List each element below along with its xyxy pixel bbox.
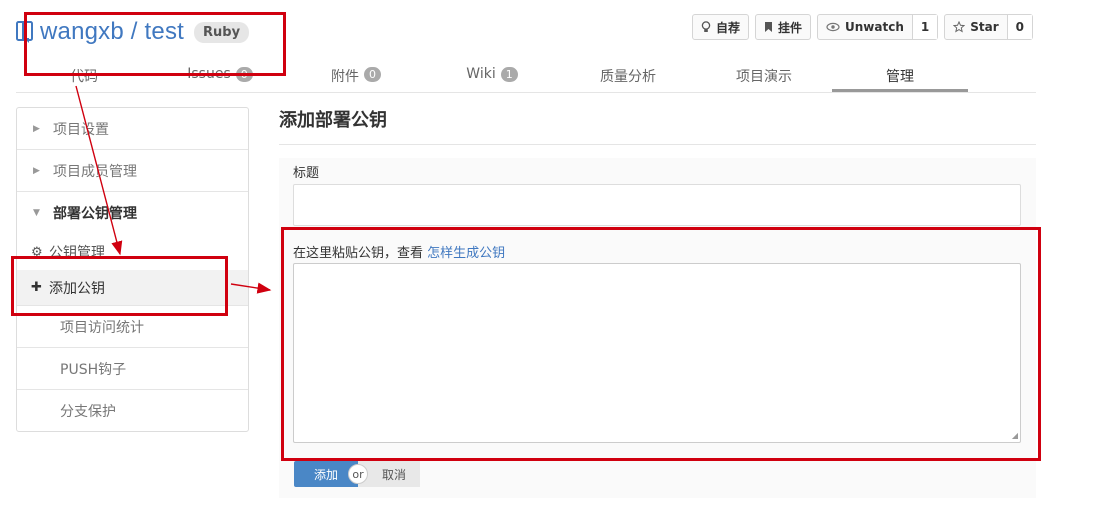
- lightbulb-icon: [701, 21, 711, 32]
- tab-issues[interactable]: Issues 0: [152, 60, 288, 92]
- sidebar-item-access-stats[interactable]: 项目访问统计: [17, 306, 248, 348]
- page-title: 添加部署公钥: [279, 110, 387, 131]
- title-input[interactable]: [293, 184, 1021, 226]
- watch-button-group: Unwatch 1: [817, 14, 939, 40]
- bookmark-icon: [764, 22, 772, 32]
- watch-count[interactable]: 1: [911, 15, 938, 39]
- key-field-label: 在这里粘贴公钥，查看 怎样生成公钥: [293, 246, 506, 261]
- star-button-group: Star 0: [944, 14, 1033, 40]
- public-key-textarea[interactable]: ◢: [293, 263, 1021, 443]
- sidebar-item-branch-protection[interactable]: 分支保护: [17, 390, 248, 432]
- form-actions: 添加 or 取消: [294, 461, 420, 487]
- eye-icon: [826, 22, 840, 32]
- tab-badge: 0: [364, 67, 381, 82]
- tab-quality[interactable]: 质量分析: [560, 60, 696, 92]
- tab-demo[interactable]: 项目演示: [696, 60, 832, 92]
- title-field-label: 标题: [293, 166, 320, 181]
- caret-right-icon: ▶: [33, 165, 40, 176]
- sidebar-item-push-hooks[interactable]: PUSH钩子: [17, 348, 248, 390]
- or-separator: or: [348, 464, 368, 484]
- star-button[interactable]: Star: [945, 15, 1006, 39]
- star-count[interactable]: 0: [1006, 15, 1032, 39]
- sidebar-item-project-settings[interactable]: ▶ 项目设置: [17, 108, 248, 150]
- tab-wiki[interactable]: Wiki 1: [424, 60, 560, 92]
- sidebar-item-members[interactable]: ▶ 项目成员管理: [17, 150, 248, 192]
- plus-icon: ✚: [31, 280, 42, 295]
- repo-name-link[interactable]: wangxb / test: [40, 18, 184, 46]
- resize-handle-icon[interactable]: ◢: [1012, 431, 1018, 440]
- repo-title: wangxb / test Ruby: [16, 14, 250, 50]
- pin-button[interactable]: 挂件: [754, 14, 811, 40]
- divider: [279, 144, 1036, 145]
- recommend-button[interactable]: 自荐: [691, 14, 749, 40]
- how-to-generate-key-link[interactable]: 怎样生成公钥: [427, 246, 505, 261]
- star-icon: [953, 21, 966, 33]
- add-key-form: 标题 在这里粘贴公钥，查看 怎样生成公钥 ◢ 添加 or 取消: [279, 158, 1036, 498]
- tab-code[interactable]: 代码: [16, 60, 152, 92]
- sidebar-item-key-management[interactable]: ⚙ 公钥管理: [17, 234, 248, 270]
- tab-badge: 0: [235, 67, 253, 82]
- caret-down-icon: ▼: [33, 208, 40, 218]
- unwatch-button[interactable]: Unwatch: [818, 15, 912, 39]
- tab-admin[interactable]: 管理: [832, 60, 968, 92]
- repo-book-icon: [16, 21, 33, 43]
- tab-attachments[interactable]: 附件 0: [288, 60, 424, 92]
- sidebar-item-deploy-keys[interactable]: ▼ 部署公钥管理: [17, 192, 248, 234]
- caret-right-icon: ▶: [33, 123, 40, 134]
- sidebar-item-add-key[interactable]: ✚ 添加公钥: [17, 270, 248, 306]
- gear-icon: ⚙: [31, 244, 43, 260]
- language-badge: Ruby: [194, 21, 250, 43]
- repo-actions: 自荐 挂件 Unwatch 1 Star 0: [691, 14, 1033, 40]
- settings-sidebar: ▶ 项目设置 ▶ 项目成员管理 ▼ 部署公钥管理 ⚙ 公钥管理 ✚ 添加公钥 项…: [16, 107, 249, 432]
- tab-badge: 1: [500, 67, 518, 82]
- repo-tabs: 代码 Issues 0 附件 0 Wiki 1 质量分析 项目演示 管理: [16, 60, 1036, 93]
